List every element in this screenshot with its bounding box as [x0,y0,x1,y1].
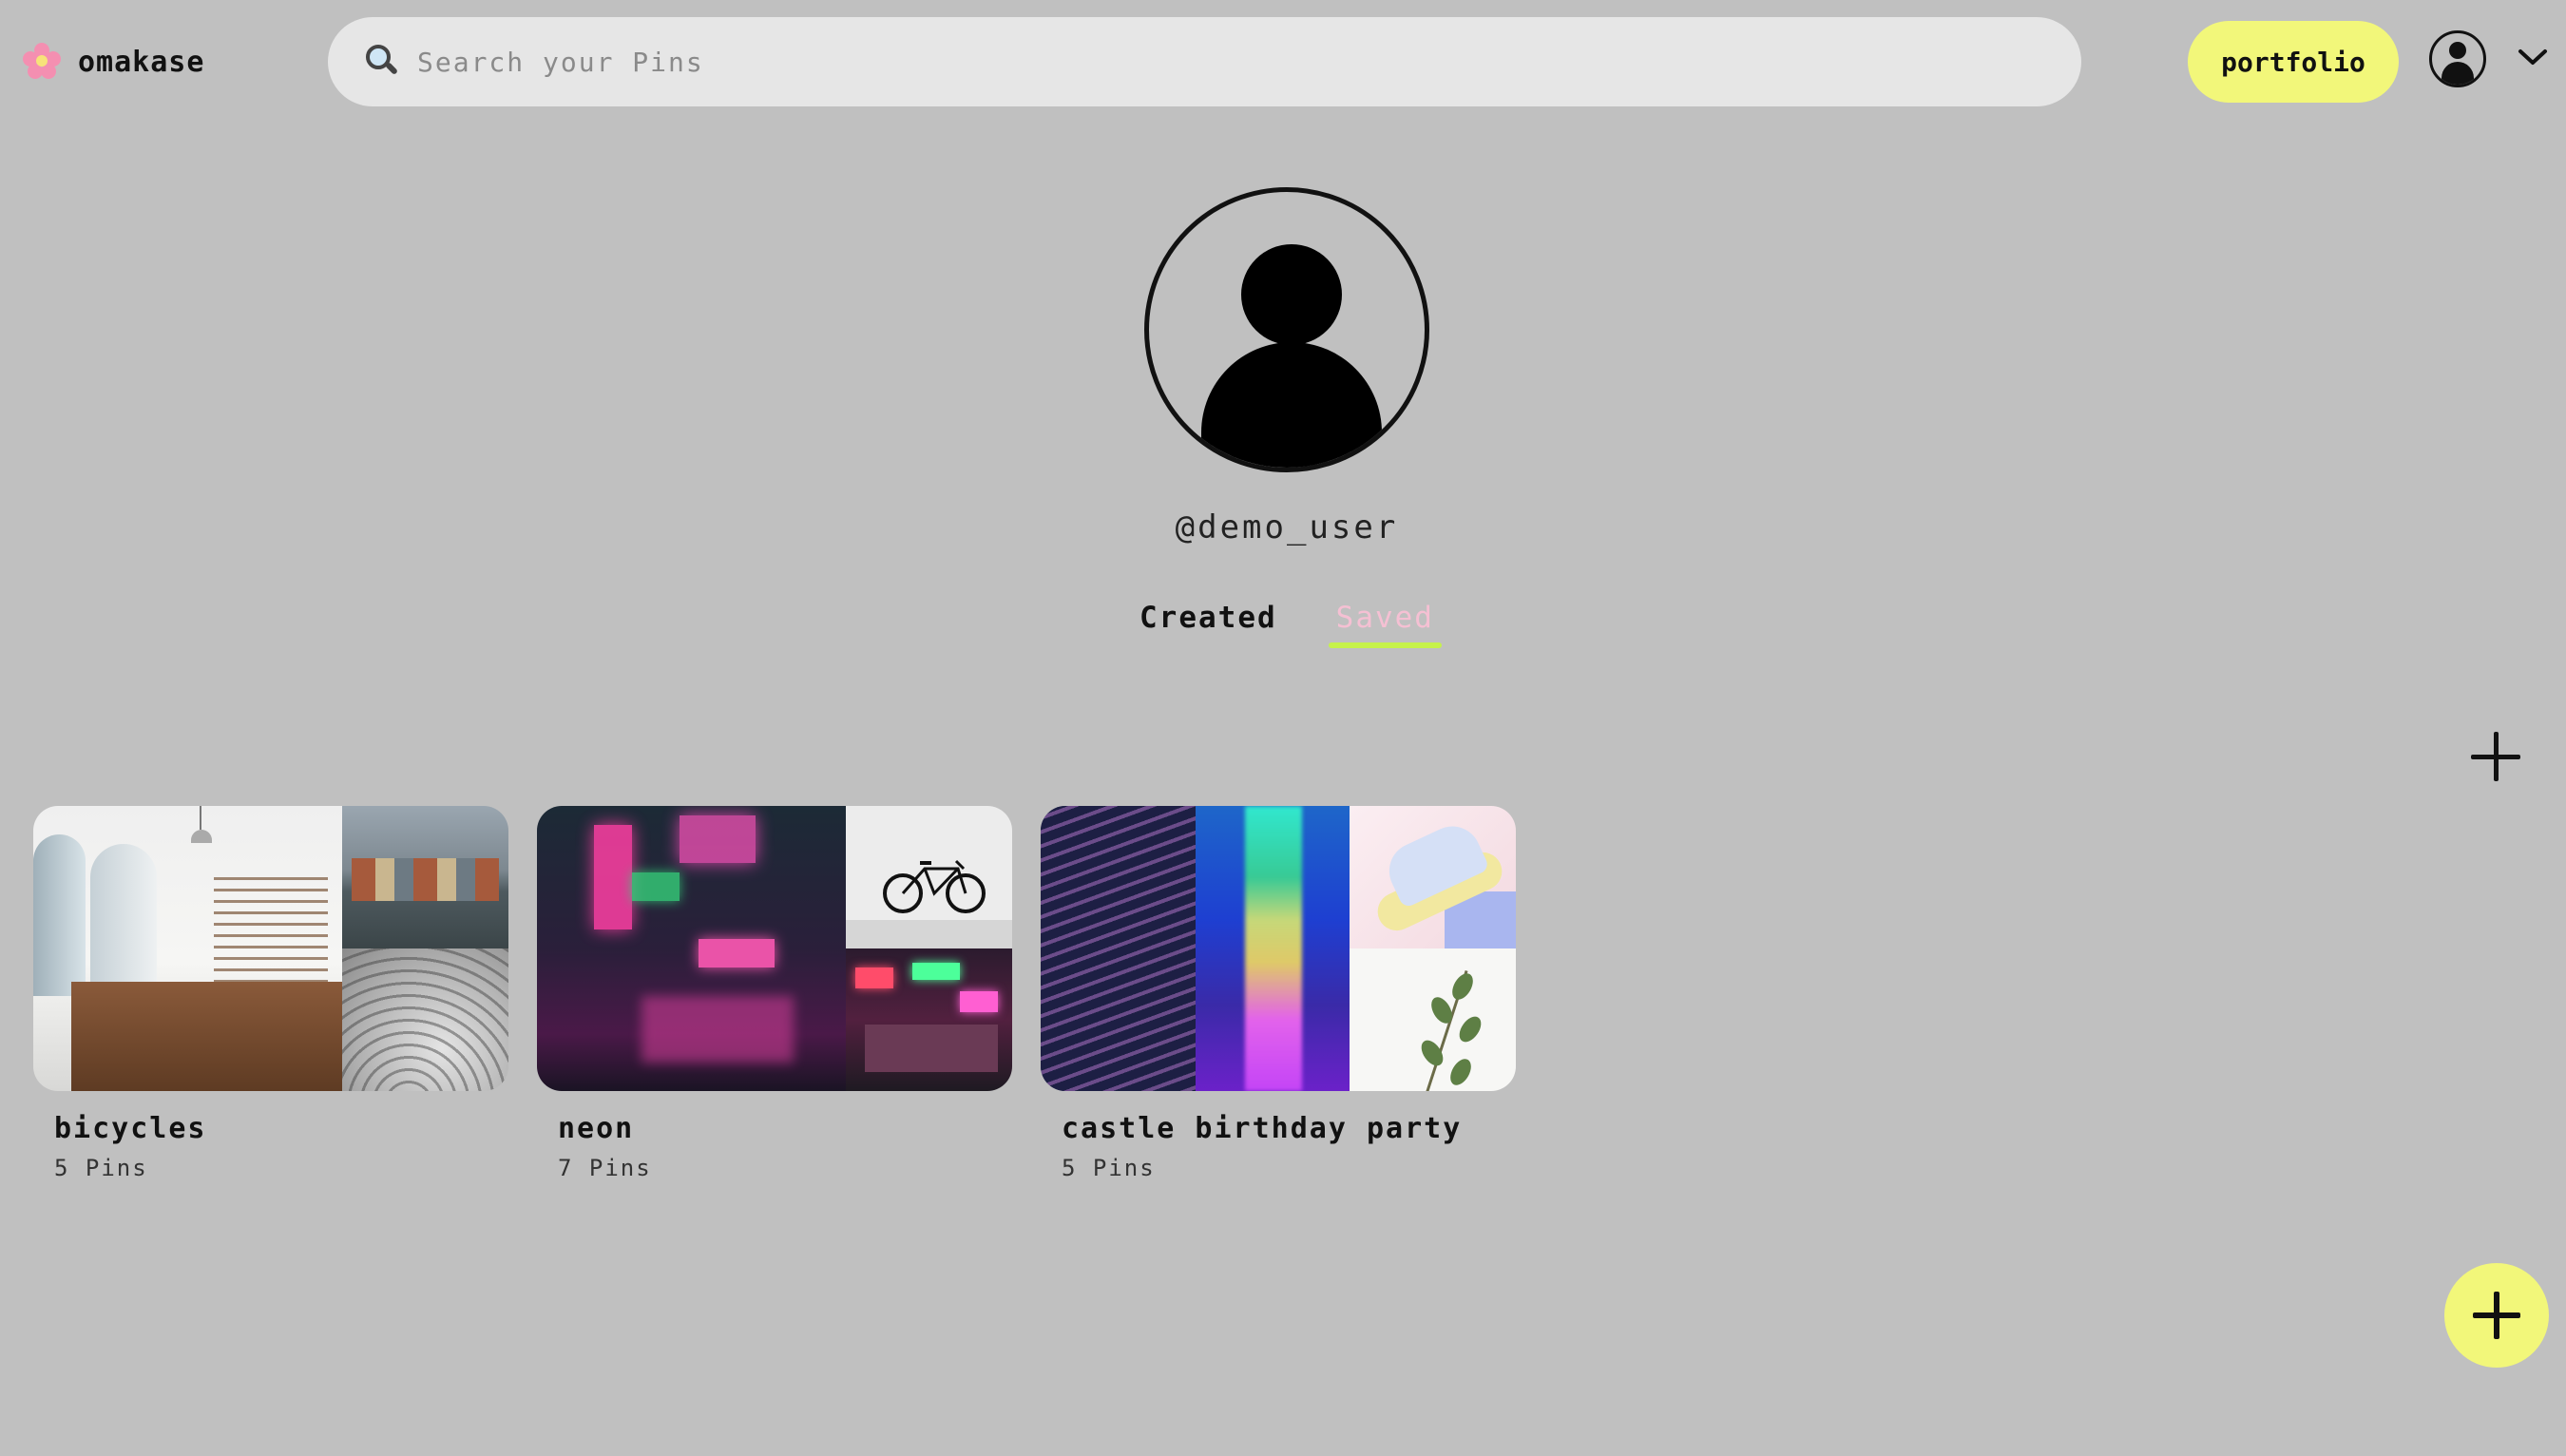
bicycle-image [846,806,1012,948]
board-grid: bicycles 5 Pins neon 7 Pins castle birth… [33,806,1516,1181]
search-bar[interactable] [328,17,2081,106]
board-title[interactable]: castle birthday party [1062,1112,1516,1145]
portfolio-button[interactable]: portfolio [2188,21,2399,103]
neon-street-image [537,806,846,1091]
board-title[interactable]: neon [558,1112,1012,1145]
board-cover[interactable] [1041,806,1516,1091]
cafe-image [33,806,342,1091]
username: @demo_user [1175,508,1399,546]
user-avatar-icon[interactable] [2429,30,2486,87]
chevron-down-icon[interactable] [2517,46,2549,68]
brand[interactable]: omakase [23,38,204,86]
board-title[interactable]: bicycles [54,1112,508,1145]
flower-icon [23,43,61,81]
tab-created[interactable]: Created [1132,601,1285,648]
profile-tabs: Created Saved [0,601,2566,648]
search-input[interactable] [415,45,2081,79]
night-market-image [846,948,1012,1091]
board-card[interactable]: castle birthday party 5 Pins [1041,806,1516,1181]
search-icon [364,43,402,81]
board-pin-count: 5 Pins [54,1155,148,1181]
board-card[interactable]: bicycles 5 Pins [33,806,508,1181]
plaza-image [342,948,508,1091]
board-cover[interactable] [33,806,508,1091]
board-pin-count: 5 Pins [1062,1155,1156,1181]
create-pin-button[interactable] [2444,1263,2549,1368]
board-pin-count: 7 Pins [558,1155,652,1181]
neon-stairs-image [1041,806,1350,1091]
add-board-icon[interactable] [2467,728,2524,785]
plant-image [1350,948,1516,1091]
profile-page: omakase portfolio @demo_user Created Sav… [0,0,2566,1456]
top-bar: omakase portfolio [0,0,2566,124]
board-cover[interactable] [537,806,1012,1091]
tab-saved[interactable]: Saved [1328,601,1443,648]
brand-name: omakase [78,45,205,79]
sneakers-image [1350,806,1516,948]
canal-image [342,806,508,948]
profile-avatar [1144,187,1429,472]
board-card[interactable]: neon 7 Pins [537,806,1012,1181]
